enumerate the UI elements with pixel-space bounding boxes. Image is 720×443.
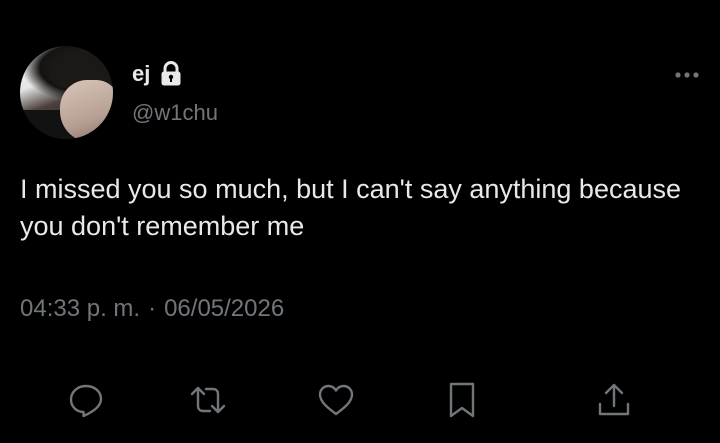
tweet-timestamp[interactable]: 04:33 p. m. · 06/05/2026: [20, 294, 284, 324]
tweet-time: 04:33 p. m.: [20, 295, 141, 322]
action-bar: [0, 372, 720, 432]
tweet-date: 06/05/2026: [164, 295, 285, 322]
reply-button[interactable]: [62, 376, 110, 424]
author-name-row: ej: [132, 60, 182, 88]
avatar-face: [60, 80, 113, 139]
tweet-text: I missed you so much, but I can't say an…: [20, 174, 682, 241]
lock-icon: [161, 61, 181, 86]
tweet-detail: ej @w1chu I missed you so much, but I ca…: [0, 0, 720, 443]
meta-separator: ·: [148, 295, 157, 322]
bookmark-button[interactable]: [438, 376, 486, 424]
like-button[interactable]: [312, 376, 360, 424]
bookmark-icon: [449, 382, 475, 418]
author-display-name[interactable]: ej: [132, 60, 150, 88]
more-horizontal-icon[interactable]: [674, 68, 700, 82]
share-button[interactable]: [590, 376, 638, 424]
heart-icon: [318, 384, 354, 416]
retweet-button[interactable]: [184, 376, 232, 424]
avatar[interactable]: [20, 46, 113, 139]
author-handle[interactable]: @w1chu: [132, 99, 218, 127]
reply-icon: [69, 384, 103, 418]
share-icon: [598, 383, 630, 416]
retweet-icon: [190, 386, 226, 414]
